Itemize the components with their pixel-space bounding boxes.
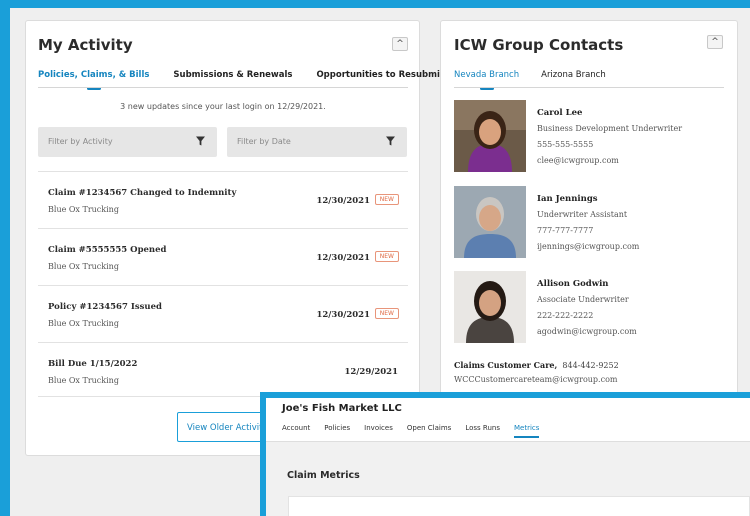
contacts-collapse-button[interactable]: ^ [707, 35, 723, 49]
tab-policies-claims-bills[interactable]: Policies, Claims, & Bills [38, 70, 149, 88]
activity-item-title: Claim #5555555 Opened [48, 245, 167, 255]
activity-collapse-button[interactable]: ^ [392, 37, 408, 51]
claims-care-email[interactable]: WCCCustomercareteam@icwgroup.com [454, 375, 617, 384]
claims-care-label: Claims Customer Care, [454, 360, 558, 370]
activity-item-date: 12/30/2021 [316, 253, 370, 263]
contact-name: Allison Godwin [537, 279, 609, 289]
filter-icon [386, 136, 395, 146]
contact-email[interactable]: agodwin@icwgroup.com [537, 327, 637, 336]
filter-by-date-select[interactable]: Filter by Date [227, 127, 407, 157]
updates-notice: 3 new updates since your last login on 1… [120, 102, 326, 111]
activity-item-account: Blue Ox Trucking [48, 376, 119, 385]
tab-nevada-branch[interactable]: Nevada Branch [454, 70, 519, 88]
contact-phone[interactable]: 777-777-7777 [537, 226, 593, 235]
activity-item-date: 12/29/2021 [344, 367, 398, 377]
activity-item-title: Claim #1234567 Changed to Indemnity [48, 188, 237, 198]
tab-submissions-renewals[interactable]: Submissions & Renewals [173, 70, 292, 88]
activity-tab-divider [38, 87, 408, 88]
contact-role: Business Development Underwriter [537, 124, 683, 133]
contact-card: Allison Godwin Associate Underwriter 222… [454, 271, 744, 347]
contact-phone[interactable]: 222-222-2222 [537, 311, 593, 320]
account-header: Joe's Fish Market LLC Account Policies I… [266, 398, 750, 442]
branch-tabs: Nevada Branch Arizona Branch [454, 70, 606, 88]
contact-photo [454, 271, 526, 343]
tab-arizona-branch[interactable]: Arizona Branch [541, 70, 606, 88]
tab-invoices[interactable]: Invoices [364, 424, 393, 438]
new-badge: NEW [374, 308, 399, 319]
contact-photo [454, 186, 526, 258]
tab-policies[interactable]: Policies [324, 424, 350, 438]
claim-metrics-title: Claim Metrics [287, 470, 360, 481]
contact-name: Ian Jennings [537, 194, 598, 204]
my-activity-title: My Activity [38, 36, 133, 54]
activity-list: Claim #1234567 Changed to Indemnity Blue… [38, 171, 408, 397]
activity-item[interactable]: Claim #5555555 Opened Blue Ox Trucking 1… [38, 228, 408, 285]
activity-item[interactable]: Claim #1234567 Changed to Indemnity Blue… [38, 171, 408, 228]
activity-item-date: 12/30/2021 [316, 196, 370, 206]
tab-open-claims[interactable]: Open Claims [407, 424, 451, 438]
activity-item-title: Bill Due 1/15/2022 [48, 359, 138, 369]
contact-role: Associate Underwriter [537, 295, 629, 304]
activity-tabs: Policies, Claims, & Bills Submissions & … [38, 70, 444, 88]
claims-care-phone[interactable]: 844-442-9252 [562, 361, 618, 370]
contacts-title: ICW Group Contacts [454, 36, 624, 54]
account-name: Joe's Fish Market LLC [282, 403, 402, 414]
contact-email[interactable]: clee@icwgroup.com [537, 156, 619, 165]
contact-name: Carol Lee [537, 108, 583, 118]
activity-item-account: Blue Ox Trucking [48, 262, 119, 271]
new-badge: NEW [374, 251, 399, 262]
activity-item[interactable]: Bill Due 1/15/2022 Blue Ox Trucking 12/2… [38, 342, 408, 397]
account-tabs: Account Policies Invoices Open Claims Lo… [282, 424, 540, 438]
activity-item-date: 12/30/2021 [316, 310, 370, 320]
contact-card: Carol Lee Business Development Underwrit… [454, 100, 744, 176]
filter-icon [196, 136, 205, 146]
filter-by-activity-select[interactable]: Filter by Activity [38, 127, 217, 157]
claims-customer-care: Claims Customer Care, 844-442-9252 [454, 360, 619, 370]
activity-item-account: Blue Ox Trucking [48, 205, 119, 214]
activity-item-account: Blue Ox Trucking [48, 319, 119, 328]
contact-photo [454, 100, 526, 172]
claim-metrics-panel [288, 496, 750, 516]
tab-metrics[interactable]: Metrics [513, 424, 540, 438]
tab-loss-runs[interactable]: Loss Runs [465, 424, 500, 438]
contact-phone[interactable]: 555-555-5555 [537, 140, 593, 149]
branch-tab-divider [454, 87, 724, 88]
tab-opportunities-resubmit[interactable]: Opportunities to Resubmit [316, 70, 443, 88]
contact-card: Ian Jennings Underwriter Assistant 777-7… [454, 186, 744, 262]
contact-email[interactable]: ijennings@icwgroup.com [537, 242, 639, 251]
activity-item-title: Policy #1234567 Issued [48, 302, 162, 312]
contact-role: Underwriter Assistant [537, 210, 628, 219]
activity-item[interactable]: Policy #1234567 Issued Blue Ox Trucking … [38, 285, 408, 342]
account-metrics-overlay: Joe's Fish Market LLC Account Policies I… [260, 392, 750, 516]
tab-account[interactable]: Account [282, 424, 310, 438]
new-badge: NEW [374, 194, 399, 205]
